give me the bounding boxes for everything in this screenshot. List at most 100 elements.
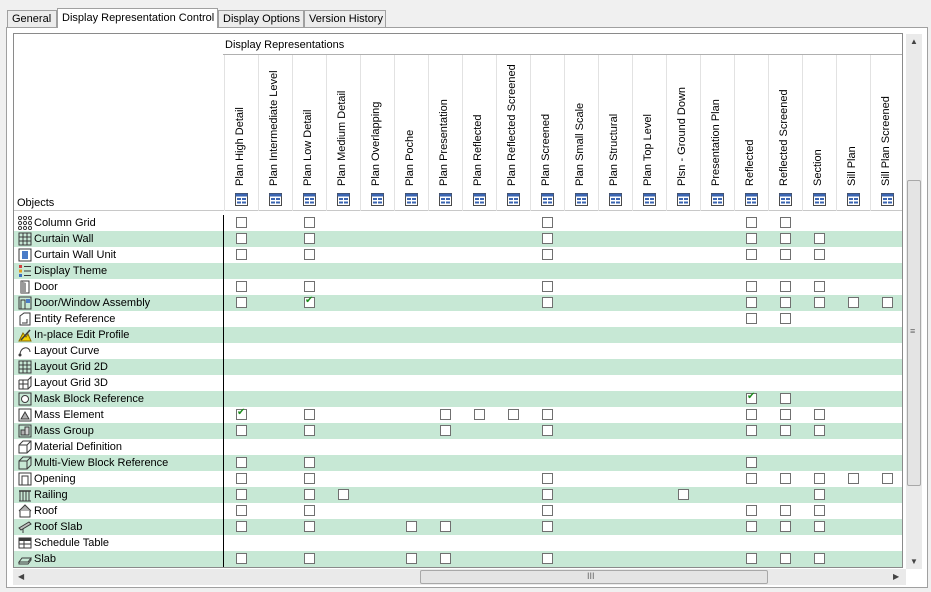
representation-checkbox[interactable]	[780, 313, 791, 324]
representation-checkbox[interactable]	[746, 553, 757, 564]
representation-checkbox[interactable]	[746, 457, 757, 468]
representation-checkbox[interactable]	[814, 489, 825, 500]
representation-checkbox[interactable]	[236, 505, 247, 516]
vertical-scrollbar[interactable]: ▲ ≡ ▼	[906, 34, 922, 569]
object-cell[interactable]: Display Theme	[14, 263, 223, 279]
representation-checkbox[interactable]	[236, 521, 247, 532]
column-header[interactable]: Plan Small Scale	[574, 103, 587, 186]
representation-checkbox[interactable]	[780, 297, 791, 308]
representation-checkbox[interactable]	[542, 409, 553, 420]
representation-checkbox[interactable]	[780, 393, 791, 404]
representation-checkbox[interactable]	[746, 313, 757, 324]
representation-checkbox[interactable]	[746, 233, 757, 244]
representation-checkbox[interactable]	[304, 295, 315, 308]
representation-checkbox[interactable]	[780, 217, 791, 228]
representation-checkbox[interactable]	[746, 409, 757, 420]
column-header[interactable]: Plan Presentation	[438, 99, 451, 186]
representation-checkbox[interactable]	[542, 233, 553, 244]
object-cell[interactable]: Curtain Wall Unit	[14, 247, 223, 263]
representation-checkbox[interactable]	[780, 249, 791, 260]
representation-checkbox[interactable]	[780, 521, 791, 532]
tab-display-representation-control[interactable]: Display Representation Control	[57, 8, 218, 28]
representation-checkbox[interactable]	[814, 425, 825, 436]
representation-checkbox[interactable]	[508, 409, 519, 420]
representation-checkbox[interactable]	[304, 553, 315, 564]
object-cell[interactable]: In-place Edit Profile	[14, 327, 223, 343]
representation-checkbox[interactable]	[542, 489, 553, 500]
column-header[interactable]: Plan High Detail	[234, 107, 247, 186]
representation-checkbox[interactable]	[304, 473, 315, 484]
object-cell[interactable]: Schedule Table	[14, 535, 223, 551]
representation-checkbox[interactable]	[304, 521, 315, 532]
representation-checkbox[interactable]	[236, 281, 247, 292]
representation-checkbox[interactable]	[882, 473, 893, 484]
horizontal-scrollbar[interactable]: ◀ III ▶	[13, 569, 906, 585]
object-cell[interactable]: Column Grid	[14, 215, 223, 231]
object-cell[interactable]: Layout Grid 2D	[14, 359, 223, 375]
representation-checkbox[interactable]	[542, 217, 553, 228]
column-header[interactable]: Plan Poche	[404, 130, 417, 186]
representation-checkbox[interactable]	[304, 457, 315, 468]
representation-checkbox[interactable]	[542, 425, 553, 436]
tab-general[interactable]: General	[7, 10, 57, 27]
representation-checkbox[interactable]	[440, 425, 451, 436]
representation-checkbox[interactable]	[542, 521, 553, 532]
representation-checkbox[interactable]	[236, 489, 247, 500]
column-header[interactable]: Plan Medium Detail	[336, 91, 349, 186]
representation-checkbox[interactable]	[814, 249, 825, 260]
representation-checkbox[interactable]	[848, 297, 859, 308]
representation-checkbox[interactable]	[814, 505, 825, 516]
representation-checkbox[interactable]	[304, 505, 315, 516]
representation-checkbox[interactable]	[236, 407, 247, 420]
representation-checkbox[interactable]	[304, 281, 315, 292]
representation-checkbox[interactable]	[236, 473, 247, 484]
representation-checkbox[interactable]	[304, 489, 315, 500]
tab-version-history[interactable]: Version History	[304, 10, 386, 27]
representation-checkbox[interactable]	[542, 553, 553, 564]
representation-checkbox[interactable]	[814, 521, 825, 532]
representation-checkbox[interactable]	[236, 249, 247, 260]
representation-checkbox[interactable]	[746, 473, 757, 484]
column-header[interactable]: Plan Structural	[608, 114, 621, 186]
representation-checkbox[interactable]	[746, 505, 757, 516]
scroll-right-arrow-icon[interactable]: ▶	[893, 572, 899, 581]
representation-checkbox[interactable]	[236, 233, 247, 244]
representation-checkbox[interactable]	[848, 473, 859, 484]
object-cell[interactable]: Mask Block Reference	[14, 391, 223, 407]
representation-checkbox[interactable]	[542, 249, 553, 260]
representation-checkbox[interactable]	[236, 457, 247, 468]
representation-checkbox[interactable]	[780, 409, 791, 420]
scroll-left-arrow-icon[interactable]: ◀	[18, 572, 24, 581]
column-header[interactable]: Presentation Plan	[710, 99, 723, 186]
object-cell[interactable]: Slab	[14, 551, 223, 567]
representation-checkbox[interactable]	[746, 249, 757, 260]
tab-display-options[interactable]: Display Options	[218, 10, 304, 27]
object-cell[interactable]: Roof	[14, 503, 223, 519]
column-header[interactable]: Plan Reflected	[472, 114, 485, 186]
object-cell[interactable]: Door	[14, 279, 223, 295]
column-header[interactable]: Sill Plan Screened	[880, 96, 893, 186]
representation-checkbox[interactable]	[440, 521, 451, 532]
object-cell[interactable]: Layout Curve	[14, 343, 223, 359]
representation-checkbox[interactable]	[406, 521, 417, 532]
representation-checkbox[interactable]	[746, 425, 757, 436]
representation-checkbox[interactable]	[440, 409, 451, 420]
representation-checkbox[interactable]	[814, 297, 825, 308]
column-header[interactable]: Section	[812, 149, 825, 186]
object-cell[interactable]: Roof Slab	[14, 519, 223, 535]
representation-checkbox[interactable]	[814, 409, 825, 420]
representation-checkbox[interactable]	[338, 489, 349, 500]
representation-checkbox[interactable]	[304, 217, 315, 228]
object-cell[interactable]: Material Definition	[14, 439, 223, 455]
representation-checkbox[interactable]	[780, 553, 791, 564]
object-cell[interactable]: Multi-View Block Reference	[14, 455, 223, 471]
object-cell[interactable]: Entity Reference	[14, 311, 223, 327]
representation-checkbox[interactable]	[542, 505, 553, 516]
column-header[interactable]: Plan Screened	[540, 114, 553, 186]
representation-checkbox[interactable]	[814, 233, 825, 244]
representation-checkbox[interactable]	[780, 425, 791, 436]
representation-checkbox[interactable]	[882, 297, 893, 308]
representation-checkbox[interactable]	[304, 249, 315, 260]
representation-checkbox[interactable]	[440, 553, 451, 564]
column-header[interactable]: Plan Top Level	[642, 114, 655, 186]
